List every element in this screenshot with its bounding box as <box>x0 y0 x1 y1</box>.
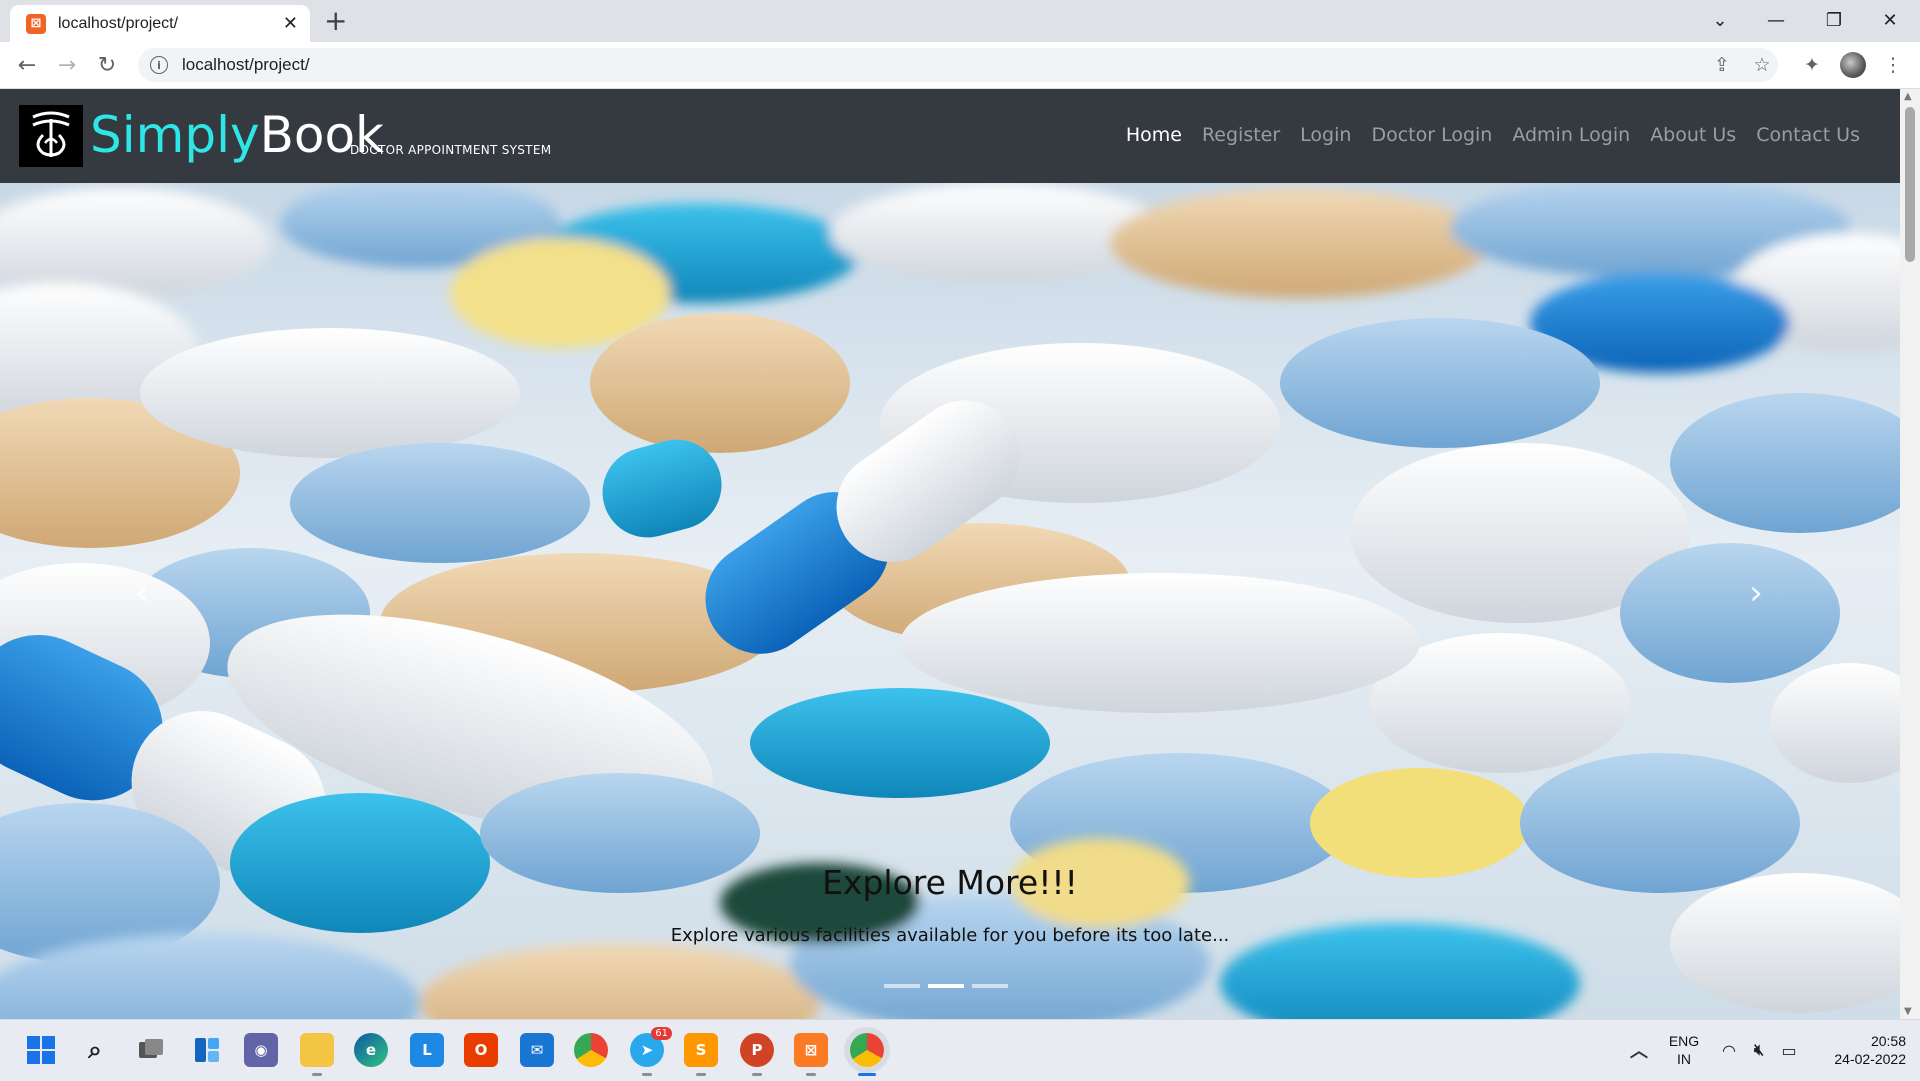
sublime-text-icon[interactable]: S <box>684 1033 718 1076</box>
scroll-thumb[interactable] <box>1905 107 1915 262</box>
volume-muted-icon[interactable]: 🔇︎ <box>1742 1033 1776 1067</box>
clock[interactable]: 20:58 24-02-2022 <box>1810 1032 1906 1068</box>
chevron-right-icon: › <box>1749 573 1763 613</box>
extensions-puzzle-icon[interactable]: ✦ <box>1797 50 1827 80</box>
restore-button[interactable]: ❐ <box>1806 0 1862 40</box>
browser-menu-icon[interactable]: ⋮ <box>1878 50 1908 80</box>
brand-tagline: DOCTOR APPOINTMENT SYSTEM <box>350 143 552 157</box>
forward-button[interactable]: → <box>52 50 82 80</box>
language-indicator[interactable]: ENG IN <box>1666 1032 1702 1068</box>
tab-title: localhost/project/ <box>58 14 179 32</box>
nav-home[interactable]: Home <box>1116 119 1192 151</box>
carousel-indicator-2[interactable] <box>928 984 964 988</box>
chrome-icon[interactable] <box>574 1033 608 1067</box>
brand-simply: Simply <box>90 106 260 164</box>
wifi-icon[interactable]: ◠ <box>1712 1033 1746 1067</box>
edge-browser-icon[interactable]: e <box>354 1033 388 1067</box>
search-icon[interactable]: ⌕ <box>78 1033 112 1067</box>
page-scrollbar[interactable]: ▲ ▼ <box>1900 89 1920 1019</box>
profile-avatar[interactable] <box>1840 52 1866 78</box>
nav-admin-login[interactable]: Admin Login <box>1502 119 1640 151</box>
telegram-unread-badge: 61 <box>651 1027 672 1040</box>
running-indicator <box>642 1073 652 1076</box>
nav-contact-us[interactable]: Contact Us <box>1746 119 1870 151</box>
mail-icon[interactable]: ✉ <box>520 1033 554 1067</box>
nav-about-us[interactable]: About Us <box>1640 119 1746 151</box>
carousel-indicator-1[interactable] <box>884 984 920 988</box>
carousel-caption-title: Explore More!!! <box>822 863 1078 902</box>
carousel-caption-text: Explore various facilities available for… <box>670 925 1230 946</box>
hero-carousel: ‹ › Explore More!!! Explore various faci… <box>0 183 1900 1019</box>
reload-button[interactable]: ↻ <box>92 50 122 80</box>
carousel-indicator-3[interactable] <box>972 984 1008 988</box>
carousel-next-button[interactable]: › <box>1736 573 1776 613</box>
teams-chat-icon[interactable]: ◉ <box>244 1033 278 1067</box>
back-button[interactable]: ← <box>12 50 42 80</box>
browser-toolbar: ← → ↻ i localhost/project/ ⇪ ☆ ✦ ⋮ <box>0 42 1920 89</box>
windows-taskbar: ⌕ ◉ e L O ✉ ➤ 61 S P ⊠ ︿ ENG IN ◠ 🔇︎ ▭ 20… <box>0 1019 1920 1081</box>
clock-time: 20:58 <box>1870 1033 1906 1049</box>
site-logo-icon[interactable] <box>19 105 83 167</box>
close-tab-icon[interactable]: ✕ <box>283 13 298 34</box>
l-app-icon[interactable]: L <box>410 1033 444 1067</box>
scroll-down-arrow-icon[interactable]: ▼ <box>1904 1006 1912 1017</box>
battery-icon[interactable]: ▭ <box>1772 1033 1806 1067</box>
active-indicator <box>858 1073 876 1076</box>
chevron-left-icon: ‹ <box>135 573 149 613</box>
running-indicator <box>312 1073 322 1076</box>
file-explorer-icon[interactable] <box>300 1033 334 1076</box>
office-icon[interactable]: O <box>464 1033 498 1067</box>
brand-name[interactable]: SimplyBook <box>90 107 384 163</box>
language-region: IN <box>1677 1051 1691 1067</box>
running-indicator <box>696 1073 706 1076</box>
site-info-icon[interactable]: i <box>150 56 168 74</box>
xampp-favicon-icon: ⊠ <box>26 13 46 34</box>
chevron-up-icon[interactable]: ︿ <box>1622 1033 1656 1067</box>
widgets-icon[interactable] <box>190 1033 224 1067</box>
scroll-up-arrow-icon[interactable]: ▲ <box>1904 91 1912 102</box>
browser-tab[interactable]: ⊠ localhost/project/ ✕ <box>10 5 310 42</box>
running-indicator <box>806 1073 816 1076</box>
new-tab-button[interactable]: + <box>324 6 347 36</box>
tab-search-icon[interactable]: ⌄ <box>1692 0 1748 40</box>
carousel-prev-button[interactable]: ‹ <box>122 573 162 613</box>
address-bar[interactable]: i localhost/project/ <box>138 48 1778 82</box>
minimize-button[interactable]: — <box>1748 0 1804 40</box>
telegram-icon[interactable]: ➤ 61 <box>630 1027 672 1076</box>
xampp-icon[interactable]: ⊠ <box>794 1033 828 1076</box>
nav-doctor-login[interactable]: Doctor Login <box>1361 119 1502 151</box>
nav-login[interactable]: Login <box>1290 119 1361 151</box>
browser-tab-strip: ⊠ localhost/project/ ✕ + ⌄ — ❐ ✕ <box>0 0 1920 42</box>
nav-register[interactable]: Register <box>1192 119 1290 151</box>
site-navbar: SimplyBook DOCTOR APPOINTMENT SYSTEM Hom… <box>0 89 1900 183</box>
task-view-icon[interactable] <box>134 1033 168 1067</box>
url-text[interactable]: localhost/project/ <box>182 55 310 75</box>
main-menu: Home Register Login Doctor Login Admin L… <box>1116 119 1870 151</box>
page-viewport: SimplyBook DOCTOR APPOINTMENT SYSTEM Hom… <box>0 89 1900 1019</box>
running-indicator <box>752 1073 762 1076</box>
clock-date: 24-02-2022 <box>1834 1051 1906 1067</box>
language-code: ENG <box>1668 1033 1700 1049</box>
bookmark-star-icon[interactable]: ☆ <box>1747 50 1777 80</box>
share-icon[interactable]: ⇪ <box>1707 50 1737 80</box>
close-window-button[interactable]: ✕ <box>1862 0 1918 40</box>
chrome-active-icon[interactable] <box>850 1033 884 1076</box>
carousel-indicators <box>884 984 1008 988</box>
powerpoint-icon[interactable]: P <box>740 1033 774 1076</box>
windows-start-icon[interactable] <box>24 1033 58 1067</box>
